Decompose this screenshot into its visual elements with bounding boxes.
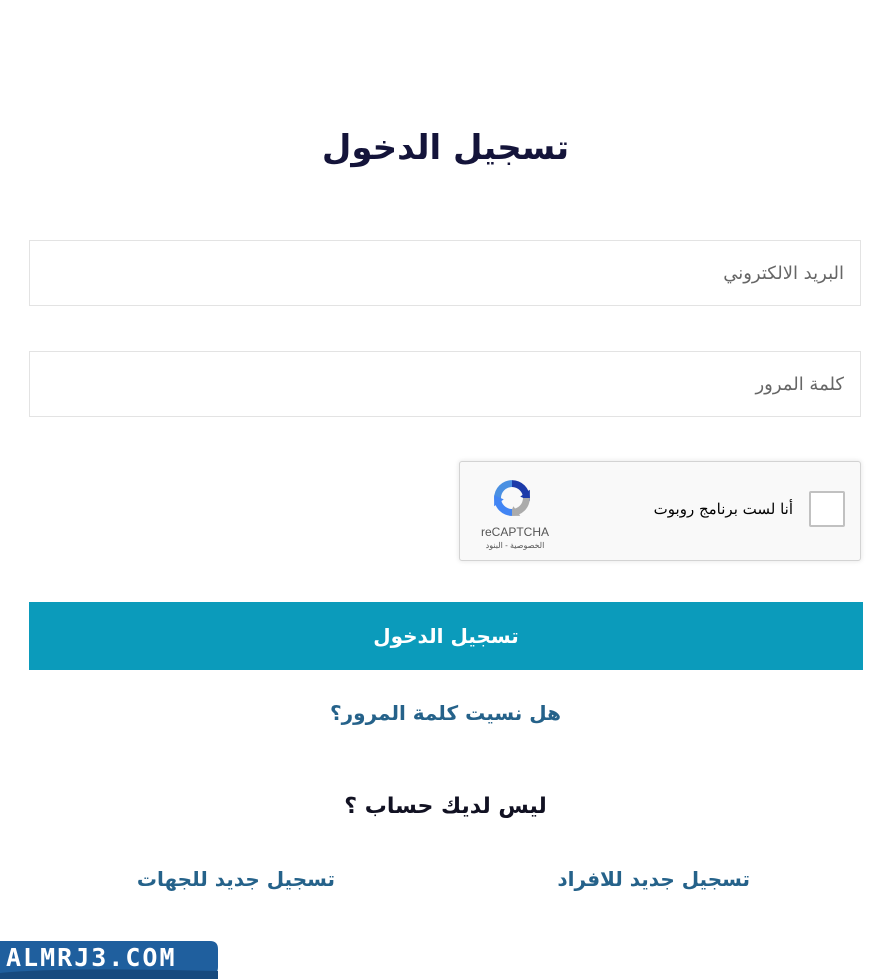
watermark-text: ALMRJ3.COM xyxy=(6,943,177,972)
recaptcha-checkbox[interactable] xyxy=(809,491,845,527)
login-button[interactable]: تسجيل الدخول xyxy=(29,602,863,670)
no-account-text: ليس لديك حساب ؟ xyxy=(344,794,547,819)
recaptcha-privacy-terms-link[interactable]: الخصوصية - البنود xyxy=(474,541,556,550)
register-individuals-link[interactable]: تسجيل جديد للافراد xyxy=(557,867,750,891)
forgot-password-link[interactable]: هل نسيت كلمة المرور؟ xyxy=(0,701,891,725)
password-field-container xyxy=(29,351,861,417)
register-entities-link[interactable]: تسجيل جديد للجهات xyxy=(137,867,335,891)
recaptcha-label: أنا لست برنامج روبوت xyxy=(653,500,793,518)
recaptcha-logo-icon xyxy=(494,480,530,516)
email-field-container xyxy=(29,240,861,306)
password-field[interactable] xyxy=(30,352,860,416)
recaptcha-brand: reCAPTCHA xyxy=(480,525,549,539)
recaptcha-widget: أنا لست برنامج روبوت reCAPTCHA الخصوصية … xyxy=(459,461,861,561)
email-field[interactable] xyxy=(30,241,860,305)
page-title: تسجيل الدخول xyxy=(321,128,570,168)
